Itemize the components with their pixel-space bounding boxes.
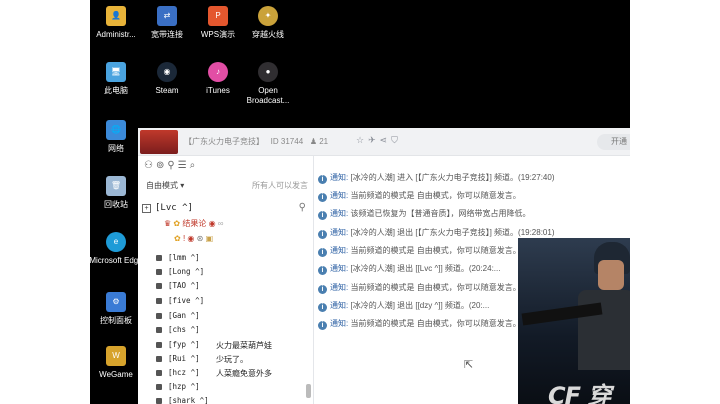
sidebar-toolbar: ⚇⊚⚲☰⌕ xyxy=(144,160,198,171)
channel-header: 【广东火力电子竞技】 ID 31744 ♟ 21 xyxy=(184,136,328,147)
wps-presentation-icon: P xyxy=(208,6,228,26)
shield-icon[interactable]: ⛉ xyxy=(391,135,402,145)
mic-icon: ◉ xyxy=(187,234,195,243)
list-item[interactable]: [TAO ^] xyxy=(156,280,316,294)
computer-icon: 🖥 xyxy=(106,62,126,82)
system-message: i 通知: [冰冷的人潮] 进入 [【广东火力电子竞技】] 频道。(19:27:4… xyxy=(318,172,638,186)
medal-icon: ▣ xyxy=(205,234,214,243)
info-icon: i xyxy=(318,230,327,239)
list-item[interactable]: [hcz ^] 人菜瘾免意外多 xyxy=(156,367,316,381)
member-sidebar: ⚇⊚⚲☰⌕ 自由模式 ▾ 所有人可以发言 + [Lvc ^] ⚲ ♛ ✿ 结果论… xyxy=(138,156,314,404)
user-icon xyxy=(156,269,162,275)
user-icon xyxy=(156,370,162,376)
info-icon: i xyxy=(318,285,327,294)
expand-icon[interactable]: + xyxy=(142,204,151,213)
vip-member-2[interactable]: ✿ ! ◉ ⊛ ▣ xyxy=(174,234,213,248)
crossfire-icon: ✦ xyxy=(258,6,278,26)
mouse-cursor-icon: ⇱ xyxy=(464,359,474,371)
itunes-icon: ♪ xyxy=(208,62,228,82)
list-item[interactable]: [Long ^] xyxy=(156,266,316,280)
info-icon: i xyxy=(318,303,327,312)
title-toolbar: ☆✈⋖⛉ xyxy=(356,135,402,146)
info-icon: i xyxy=(318,248,327,257)
right-background xyxy=(630,0,720,404)
star-icon[interactable]: ☆ xyxy=(356,135,368,145)
open-button[interactable]: 开通 xyxy=(597,134,630,150)
recycle-bin-icon: 🗑 xyxy=(106,176,126,196)
list-item[interactable]: [lmm ^] xyxy=(156,252,316,266)
dots-icon: ∞ xyxy=(217,219,224,228)
user-icon xyxy=(156,298,162,304)
steam-icon: ◉ xyxy=(157,62,177,82)
crossfire-logo-text: CF 穿 xyxy=(548,382,611,404)
room-id: ID 31744 xyxy=(270,137,304,146)
user-icon xyxy=(156,313,162,319)
mode-dropdown[interactable]: 自由模式 ▾ xyxy=(146,181,184,190)
list-item[interactable]: [five ^] xyxy=(156,295,316,309)
list-item[interactable]: [Gan ^] xyxy=(156,310,316,324)
list-item[interactable]: [chs ^] xyxy=(156,324,316,338)
online-count: ♟ 21 xyxy=(309,137,329,146)
info-icon: i xyxy=(318,193,327,202)
people-icon[interactable]: ⚇ xyxy=(144,160,156,171)
user-icon xyxy=(156,342,162,348)
soldier-face xyxy=(598,260,624,290)
search-icon[interactable]: ⌕ xyxy=(190,160,199,171)
game-ad-overlay[interactable]: CF 穿 xyxy=(518,238,630,404)
scrollbar[interactable] xyxy=(306,384,311,398)
wegame-icon: W xyxy=(106,346,126,366)
user-icon xyxy=(156,255,162,261)
edge-icon: e xyxy=(106,232,126,252)
user-icon xyxy=(156,327,162,333)
user-icon xyxy=(156,356,162,362)
desktop-icon-obs[interactable]: ● Open Broadcast... xyxy=(238,62,298,106)
badge-icon: ♛ xyxy=(164,219,172,228)
room-name: [Lvc ^] xyxy=(155,203,193,213)
mic-icon: ◉ xyxy=(208,219,216,228)
badge-icon: ⊛ xyxy=(196,234,204,243)
user-icon xyxy=(156,283,162,289)
list-item[interactable]: [fyp ^] 火力最菜葫芦娃 xyxy=(156,339,316,353)
list-item[interactable]: [Rui ^] 少玩了。 xyxy=(156,353,316,367)
pin-icon[interactable]: ⚲ xyxy=(299,202,306,213)
user-icon xyxy=(156,384,162,390)
system-message: i 通知: 该频道已恢复为【普通音质】，网络带宽占用降低。 xyxy=(318,208,638,222)
system-message: i 通知: 当前频道的模式是 自由模式，你可以随意发言。 xyxy=(318,190,638,204)
desktop-icon-crossfire[interactable]: ✦ 穿越火线 xyxy=(238,6,298,40)
soldier-body xyxy=(578,290,630,370)
room-row[interactable]: + [Lvc ^] ⚲ xyxy=(142,202,308,218)
globe-icon: 🌐 xyxy=(106,120,126,140)
location-icon[interactable]: ⚲ xyxy=(167,160,177,171)
title-bar: 【广东火力电子竞技】 ID 31744 ♟ 21 ☆✈⋖⛉ 开通 xyxy=(138,128,630,156)
network-icon: ⇄ xyxy=(157,6,177,26)
crown-icon: ✿ xyxy=(173,219,181,228)
obs-icon: ● xyxy=(258,62,278,82)
crown-icon: ✿ xyxy=(174,234,181,243)
mode-row: 自由模式 ▾ 所有人可以发言 xyxy=(146,180,308,191)
info-icon: i xyxy=(318,321,327,330)
chat-icon[interactable]: ⊚ xyxy=(156,160,167,171)
info-icon: i xyxy=(318,211,327,220)
channel-title: 【广东火力电子竞技】 xyxy=(184,137,264,146)
list-icon[interactable]: ☰ xyxy=(178,160,190,171)
info-icon: i xyxy=(318,266,327,275)
list-item[interactable]: [shark ^] xyxy=(156,395,316,404)
vip-member-1[interactable]: ♛ ✿ 结果论 ◉ ∞ xyxy=(164,218,224,232)
control-panel-icon: ⚙ xyxy=(106,292,126,312)
plane-icon[interactable]: ✈ xyxy=(368,135,380,145)
user-icon xyxy=(156,398,162,404)
list-item[interactable]: [hzp ^] xyxy=(156,381,316,395)
folder-user-icon: 👤 xyxy=(106,6,126,26)
channel-logo xyxy=(140,130,178,154)
share-icon[interactable]: ⋖ xyxy=(380,135,392,145)
info-icon: i xyxy=(318,175,327,184)
mode-description: 所有人可以发言 xyxy=(252,181,308,190)
